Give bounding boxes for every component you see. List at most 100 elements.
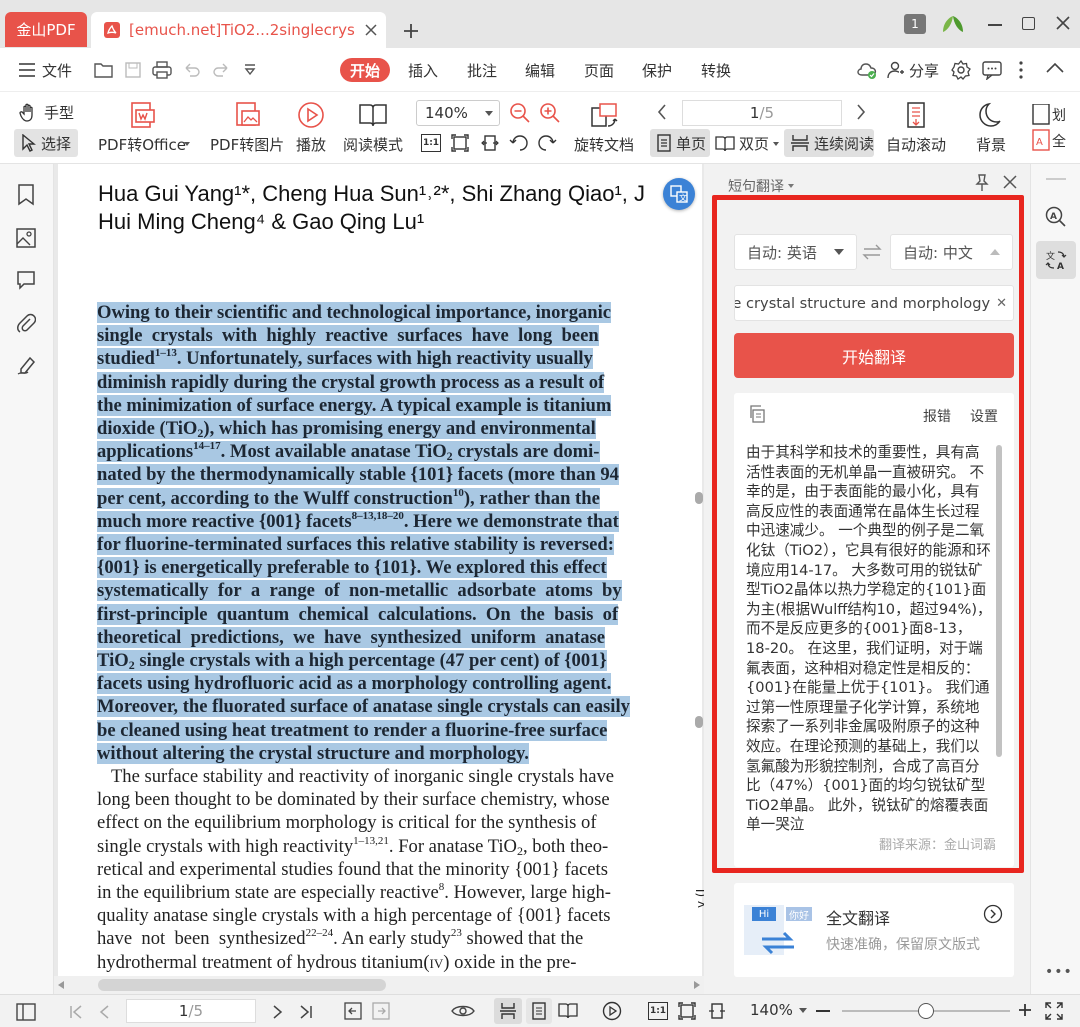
next-page-icon[interactable] xyxy=(856,104,866,120)
eye-care-icon[interactable] xyxy=(451,1003,475,1019)
translate-tool-icon[interactable]: 文A xyxy=(1036,241,1076,279)
status-page-input[interactable]: 1/5 xyxy=(126,999,256,1023)
selection-handle-bottom[interactable] xyxy=(695,716,703,728)
previous-page-icon[interactable] xyxy=(657,104,667,120)
fit-page-bottom-icon[interactable] xyxy=(678,1002,696,1020)
double-mode-icon[interactable] xyxy=(558,1002,578,1020)
pdf-to-image-button[interactable]: PDF转图片 xyxy=(210,100,284,155)
print-icon[interactable] xyxy=(152,61,172,79)
zoom-in-plus-icon[interactable] xyxy=(1018,1003,1032,1017)
more-vertical-icon[interactable] xyxy=(1019,61,1023,79)
maximize-icon[interactable] xyxy=(1022,17,1035,30)
collapse-ribbon-icon[interactable] xyxy=(1046,62,1064,74)
close-tab-icon[interactable] xyxy=(356,15,386,45)
zoom-slider-thumb[interactable] xyxy=(918,1003,934,1019)
previous-page-bottom-icon[interactable] xyxy=(98,1004,110,1020)
pdf-page[interactable]: Hua Gui Yang¹*, Cheng Hua Sun¹˒²*, Shi Z… xyxy=(58,164,704,976)
play-bottom-icon[interactable] xyxy=(602,1001,622,1021)
fit-page-icon[interactable] xyxy=(451,134,469,152)
file-menu[interactable]: 文件 xyxy=(18,58,72,82)
leaf-icon[interactable] xyxy=(940,12,966,36)
panel-title-label: 短句翻译 xyxy=(728,179,784,195)
more-horizontal-icon[interactable]: ••• xyxy=(1045,964,1073,980)
save-icon[interactable] xyxy=(124,61,142,79)
translate-float-icon[interactable]: 文 xyxy=(663,178,695,210)
pdf-to-office-button[interactable]: PDF转Office xyxy=(98,100,186,155)
pin-icon[interactable] xyxy=(974,174,990,192)
fit-width-bottom-icon[interactable] xyxy=(708,1002,726,1020)
zoom-in-icon[interactable] xyxy=(539,102,561,124)
back-icon[interactable] xyxy=(344,1002,362,1020)
rotate-right-icon[interactable] xyxy=(537,134,557,152)
window-count-badge[interactable]: 1 xyxy=(904,14,926,34)
fit-width-icon[interactable] xyxy=(481,134,499,152)
status-zoom-select[interactable]: 140% xyxy=(750,1001,807,1019)
page-number-input[interactable]: 1/5 xyxy=(682,100,842,126)
full-text-translate-card[interactable]: Hi 你好 全文翻译 快速准确，保留原文版式 xyxy=(734,883,1014,977)
quick-access-dropdown-icon[interactable] xyxy=(243,64,257,76)
scroll-left-icon[interactable] xyxy=(58,981,64,989)
document-viewer[interactable]: Hua Gui Yang¹*, Cheng Hua Sun¹˒²*, Shi Z… xyxy=(54,164,704,976)
menu-protect[interactable]: 保护 xyxy=(642,58,672,82)
read-mode-button[interactable]: 阅读模式 xyxy=(343,100,403,155)
tab-document[interactable]: [emuch.net]TiO2...2singlecrys.pdf xyxy=(91,12,386,48)
comment-icon[interactable] xyxy=(16,270,36,290)
close-panel-icon[interactable] xyxy=(1003,175,1017,189)
first-page-icon[interactable] xyxy=(68,1004,84,1020)
signature-icon[interactable] xyxy=(16,354,38,376)
fullscreen-icon[interactable] xyxy=(1044,1001,1064,1021)
undo-icon[interactable] xyxy=(183,62,201,78)
read-mode-label: 阅读模式 xyxy=(343,136,404,154)
panel-title[interactable]: 短句翻译 xyxy=(728,176,794,196)
minimize-icon[interactable] xyxy=(988,24,1002,26)
zoom-out-icon[interactable] xyxy=(509,102,531,124)
redo-icon[interactable] xyxy=(212,62,230,78)
thumbnail-icon[interactable] xyxy=(16,228,36,248)
cloud-sync-icon[interactable] xyxy=(856,60,878,80)
menu-start[interactable]: 开始 xyxy=(340,58,391,82)
attachment-icon[interactable] xyxy=(16,312,36,334)
zoom-select[interactable]: 140% xyxy=(416,100,500,126)
scroll-thumb[interactable] xyxy=(98,979,386,991)
bookmark-icon[interactable] xyxy=(17,184,35,206)
select-tool[interactable]: 选择 xyxy=(14,129,78,157)
double-page-button[interactable]: 双页 xyxy=(715,133,780,154)
open-folder-icon[interactable] xyxy=(94,61,114,79)
search-text-icon[interactable]: A xyxy=(1045,206,1067,228)
abstract-paragraph[interactable]: Owing to their scientific and technologi… xyxy=(97,301,657,974)
actual-size-icon[interactable]: 1:1 xyxy=(421,134,441,152)
rotate-document-button[interactable]: 旋转文档 xyxy=(574,100,634,155)
continuous-read-button[interactable]: 连续阅读 xyxy=(784,129,874,157)
menu-page[interactable]: 页面 xyxy=(584,58,614,82)
menu-annotate[interactable]: 批注 xyxy=(467,58,497,82)
share-button[interactable]: 分享 xyxy=(887,58,939,82)
settings-gear-icon[interactable] xyxy=(951,60,971,80)
new-tab-plus-icon[interactable] xyxy=(396,18,426,44)
tab-home[interactable]: 金山PDF xyxy=(5,12,87,47)
auto-scroll-button[interactable]: 自动滚动 xyxy=(886,100,946,155)
hand-tool[interactable]: 手型 xyxy=(18,102,74,123)
continuous-mode-icon[interactable] xyxy=(494,998,522,1024)
selection-handle-top[interactable] xyxy=(695,492,703,504)
rotate-left-icon[interactable] xyxy=(509,134,529,152)
toggle-sidebar-icon[interactable] xyxy=(16,1003,36,1021)
chevron-right-circle-icon[interactable] xyxy=(983,904,1003,924)
menu-insert[interactable]: 插入 xyxy=(408,58,438,82)
next-page-bottom-icon[interactable] xyxy=(272,1004,284,1020)
play-button[interactable]: 播放 xyxy=(296,100,326,155)
actual-size-bottom-icon[interactable]: 1:1 xyxy=(648,1002,668,1020)
chevron-down-icon[interactable] xyxy=(184,142,190,146)
background-button[interactable]: 背景 xyxy=(976,100,1006,155)
menu-convert[interactable]: 转换 xyxy=(701,58,731,82)
last-page-icon[interactable] xyxy=(298,1004,314,1020)
single-mode-icon[interactable] xyxy=(526,998,552,1024)
author-line-2: Hui Ming Cheng⁴ & Gao Qing Lu¹ xyxy=(98,209,425,234)
horizontal-scrollbar[interactable] xyxy=(54,976,704,994)
forward-icon[interactable] xyxy=(372,1002,390,1020)
menu-edit[interactable]: 编辑 xyxy=(525,58,555,82)
message-icon[interactable] xyxy=(982,60,1002,80)
scroll-right-icon[interactable] xyxy=(694,981,700,989)
close-window-icon[interactable] xyxy=(1055,15,1071,31)
zoom-out-minus-icon[interactable] xyxy=(816,1010,830,1012)
single-page-button[interactable]: 单页 xyxy=(650,129,710,157)
